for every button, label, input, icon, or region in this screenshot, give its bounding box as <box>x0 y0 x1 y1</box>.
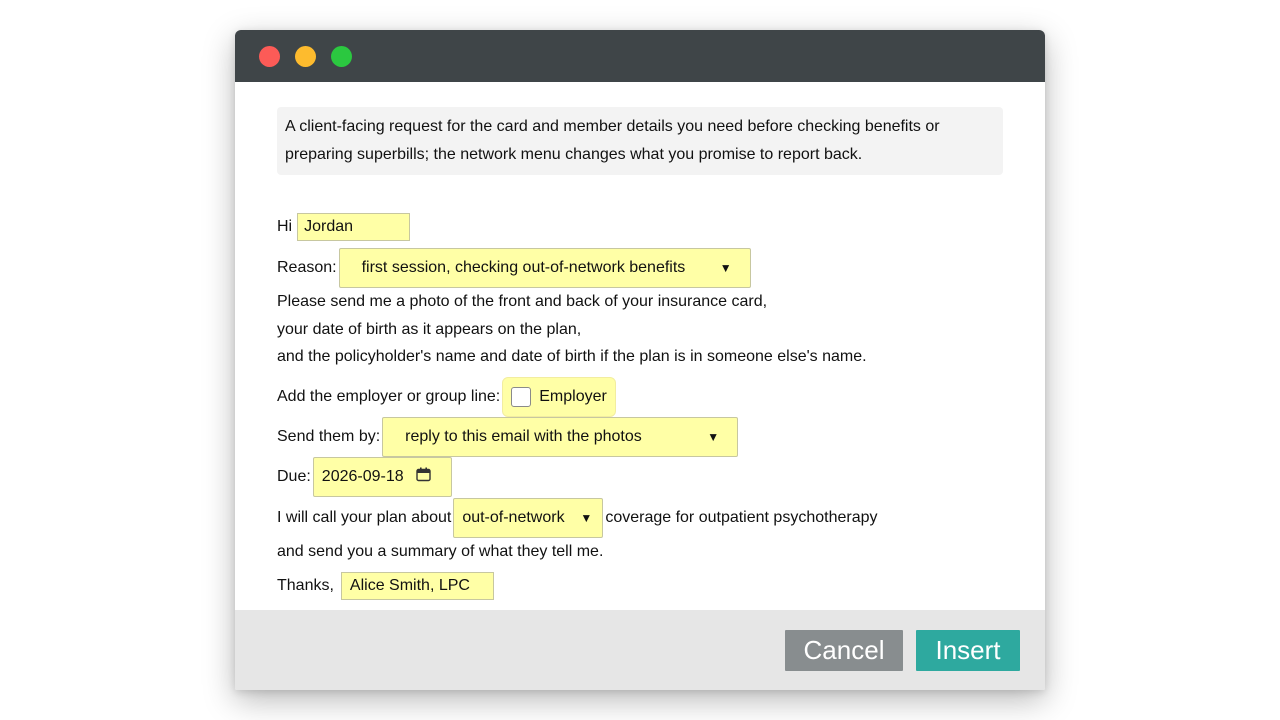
close-light[interactable] <box>259 46 280 67</box>
employer-row: Add the employer or group line: Employer <box>277 377 616 417</box>
dialog-footer: Cancel Insert <box>235 610 1045 690</box>
zoom-light[interactable] <box>331 46 352 67</box>
signature-field[interactable]: Alice Smith, LPC <box>340 572 494 600</box>
employer-label: Add the employer or group line: <box>277 388 501 405</box>
dialog-window: A client-facing request for the card and… <box>235 30 1045 690</box>
chevron-down-icon: ▼ <box>707 430 720 444</box>
employer-checkbox[interactable] <box>511 387 532 407</box>
network-suffix: coverage for outpatient psychotherapy <box>605 509 878 526</box>
body-line-2: your date of birth as it appears on the … <box>277 321 582 338</box>
insert-button[interactable]: Insert <box>916 630 1020 671</box>
reason-select[interactable]: first session, checking out-of-network b… <box>338 248 751 288</box>
employer-checkbox-label: Employer <box>539 388 607 405</box>
body-line-3: and the policyholder's name and date of … <box>277 348 867 365</box>
closing-line: and send you a summary of what they tell… <box>277 543 604 560</box>
greeting-row: Hi Jordan <box>277 213 411 241</box>
due-label: Due: <box>277 468 311 485</box>
client-name-field[interactable]: Jordan <box>297 213 411 241</box>
reason-row: Reason: first session, checking out-of-n… <box>277 248 751 288</box>
cancel-button[interactable]: Cancel <box>785 630 903 671</box>
reason-select-value: first session, checking out-of-network b… <box>361 259 686 276</box>
send-method-value: reply to this email with the photos <box>405 428 642 445</box>
network-select-value: out-of-network <box>462 509 565 526</box>
title-bar <box>235 30 1045 82</box>
greeting-label: Hi <box>277 218 293 235</box>
send-by-label: Send them by: <box>277 428 381 445</box>
chevron-down-icon: ▼ <box>719 261 732 275</box>
network-prefix: I will call your plan about <box>277 509 452 526</box>
reason-label: Reason: <box>277 259 337 276</box>
body-line-1: Please send me a photo of the front and … <box>277 293 768 310</box>
due-date-field[interactable]: 2026-09-18 <box>312 457 452 497</box>
calendar-icon[interactable] <box>415 467 431 487</box>
signoff-label: Thanks, <box>277 577 334 594</box>
network-row: I will call your plan about out-of-netwo… <box>277 498 877 538</box>
employer-toggle[interactable]: Employer <box>502 377 616 417</box>
template-description: A client-facing request for the card and… <box>277 107 1003 175</box>
network-select[interactable]: out-of-network ▼ <box>453 498 604 538</box>
minimize-light[interactable] <box>295 46 316 67</box>
signoff-row: Thanks, Alice Smith, LPC <box>277 572 494 600</box>
send-by-row: Send them by: reply to this email with t… <box>277 417 739 457</box>
chevron-down-icon: ▼ <box>580 511 593 525</box>
due-date-value: 2026-09-18 <box>321 468 404 485</box>
send-method-select[interactable]: reply to this email with the photos ▼ <box>382 417 739 457</box>
due-row: Due: 2026-09-18 <box>277 457 452 497</box>
template-form: A client-facing request for the card and… <box>235 82 1045 610</box>
